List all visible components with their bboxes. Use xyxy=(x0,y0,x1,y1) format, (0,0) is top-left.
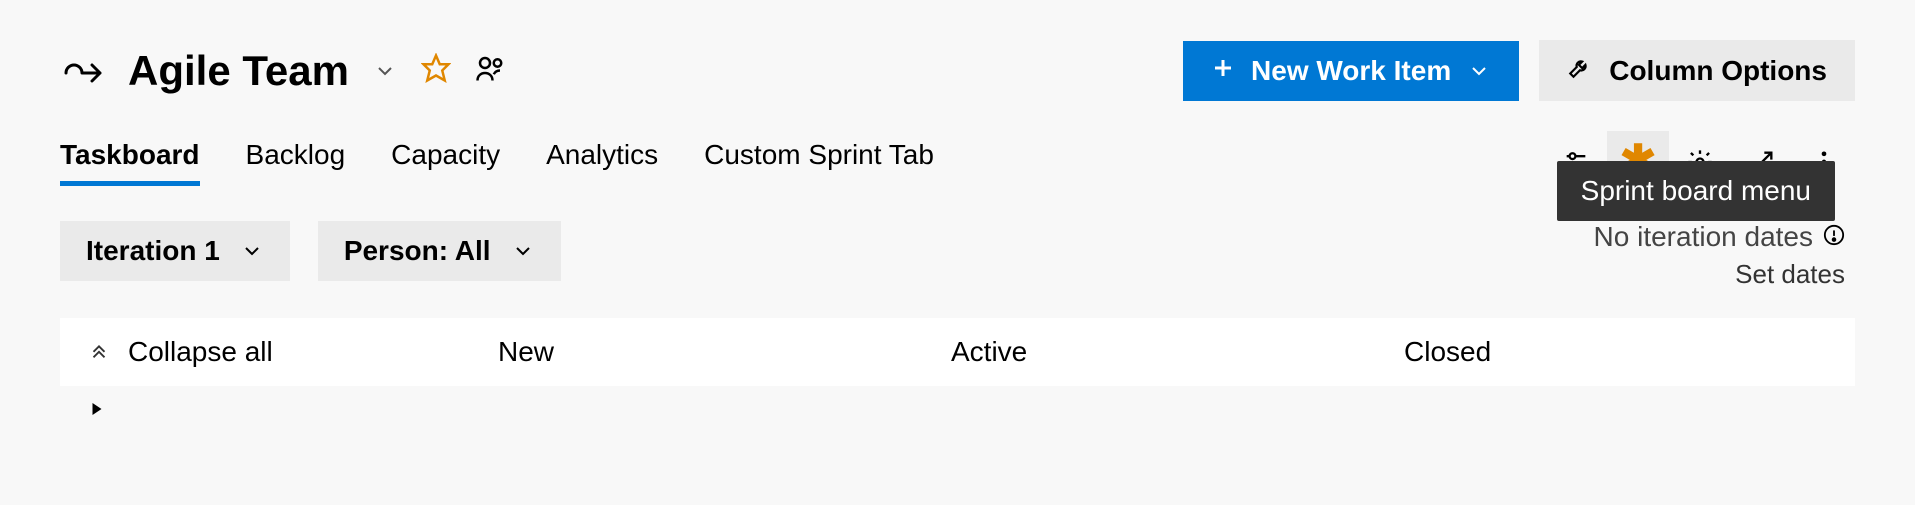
chevron-down-icon xyxy=(240,239,264,263)
column-closed: Closed xyxy=(1404,336,1827,368)
iteration-chip-label: Iteration 1 xyxy=(86,235,220,267)
wrench-icon xyxy=(1567,54,1593,87)
column-options-label: Column Options xyxy=(1609,55,1827,87)
person-chip[interactable]: Person: All xyxy=(318,221,561,281)
tab-analytics[interactable]: Analytics xyxy=(546,139,658,186)
expand-triangle-icon[interactable] xyxy=(88,400,106,423)
chevron-down-icon xyxy=(511,239,535,263)
tab-capacity[interactable]: Capacity xyxy=(391,139,500,186)
team-picker-chevron[interactable] xyxy=(373,59,397,83)
no-iteration-dates: No iteration dates xyxy=(1594,221,1845,253)
info-icon[interactable] xyxy=(1823,221,1845,253)
collapse-all-label: Collapse all xyxy=(128,336,273,368)
tab-backlog[interactable]: Backlog xyxy=(246,139,346,186)
person-chip-label: Person: All xyxy=(344,235,491,267)
set-dates-link[interactable]: Set dates xyxy=(1594,259,1845,290)
new-work-item-label: New Work Item xyxy=(1251,55,1451,87)
sprint-board-menu-tooltip: Sprint board menu xyxy=(1557,161,1835,221)
board-row xyxy=(60,386,1855,437)
chevron-down-icon xyxy=(1467,59,1491,83)
favorite-star-icon[interactable] xyxy=(421,53,451,88)
tabs-row: Taskboard Backlog Capacity Analytics Cus… xyxy=(60,131,1855,193)
column-options-button[interactable]: Column Options xyxy=(1539,40,1855,101)
team-name: Agile Team xyxy=(128,47,349,95)
column-new: New xyxy=(498,336,921,368)
plus-icon xyxy=(1211,55,1235,87)
page-header: Agile Team New Work Item Col xyxy=(60,40,1855,101)
tab-taskboard[interactable]: Taskboard xyxy=(60,139,200,186)
iteration-chip[interactable]: Iteration 1 xyxy=(60,221,290,281)
board-columns-header: Collapse all New Active Closed xyxy=(60,318,1855,386)
sprint-icon xyxy=(60,53,104,88)
new-work-item-button[interactable]: New Work Item xyxy=(1183,41,1519,101)
team-members-icon[interactable] xyxy=(475,53,505,88)
collapse-all-button[interactable]: Collapse all xyxy=(88,336,468,368)
tab-custom[interactable]: Custom Sprint Tab xyxy=(704,139,934,186)
collapse-all-icon xyxy=(88,339,110,366)
column-active: Active xyxy=(951,336,1374,368)
